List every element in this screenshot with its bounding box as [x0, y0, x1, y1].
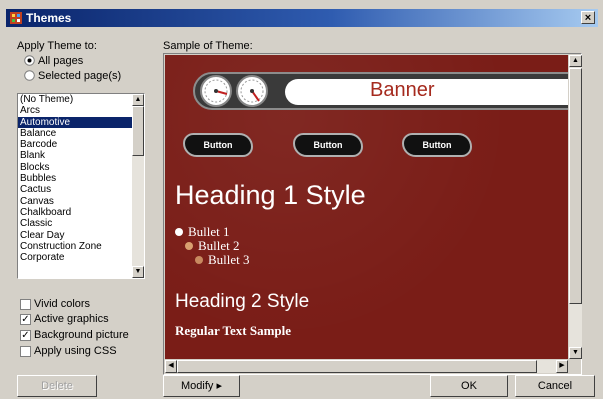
theme-list-item[interactable]: (No Theme): [18, 94, 144, 105]
bullet-3-text: Bullet 3: [208, 252, 250, 267]
theme-preview-frame: Banner Button Button Button Heading 1 St…: [163, 53, 582, 375]
sample-bullet-2: Bullet 2: [185, 239, 240, 253]
scroll-down-icon[interactable]: ▼: [132, 266, 144, 278]
theme-list-item[interactable]: Blocks: [18, 162, 144, 173]
sample-bullet-1: Bullet 1: [175, 225, 230, 239]
apply-css-label[interactable]: Apply using CSS: [34, 345, 117, 357]
bullet-white-icon: [175, 228, 183, 236]
theme-list-item[interactable]: Corporate: [18, 252, 144, 263]
preview-hscroll-thumb[interactable]: [177, 360, 537, 373]
close-icon[interactable]: ×: [585, 12, 591, 24]
themes-app-icon: [10, 12, 22, 24]
scroll-right-icon[interactable]: ▶: [556, 360, 568, 373]
apply-css-checkbox[interactable]: [20, 346, 31, 357]
theme-list-item-selected[interactable]: Automotive: [18, 116, 144, 128]
scroll-left-icon[interactable]: ◀: [165, 360, 177, 373]
checkmark-icon: ✓: [21, 330, 30, 341]
bullet-tan-icon: [185, 242, 193, 250]
sample-regular-text: Regular Text Sample: [175, 323, 292, 338]
window-title: Themes: [26, 11, 72, 25]
speedometer-gauge-icon: [200, 75, 232, 107]
theme-list-item[interactable]: Chalkboard: [18, 207, 144, 218]
preview-vscroll-thumb[interactable]: [569, 68, 582, 304]
sample-bullet-3: Bullet 3: [195, 253, 250, 267]
radio-selected-pages[interactable]: [24, 70, 35, 81]
theme-list-item[interactable]: Construction Zone: [18, 241, 144, 252]
theme-list-item[interactable]: Blank: [18, 150, 144, 161]
active-graphics-checkbox[interactable]: ✓: [20, 314, 31, 325]
modify-button[interactable]: Modify ▸: [163, 375, 240, 397]
sample-button: Button: [183, 133, 253, 157]
delete-button[interactable]: Delete: [17, 375, 97, 397]
background-picture-checkbox[interactable]: ✓: [20, 330, 31, 341]
sample-heading-2: Heading 2 Style: [175, 291, 310, 312]
sample-button: Button: [402, 133, 472, 157]
cancel-button[interactable]: Cancel: [515, 375, 595, 397]
vivid-colors-label[interactable]: Vivid colors: [34, 298, 90, 310]
scroll-up-icon[interactable]: ▲: [132, 94, 144, 106]
theme-list-scrollbar[interactable]: ▲ ▼: [132, 94, 144, 278]
checkmark-icon: ✓: [21, 314, 30, 325]
theme-preview: Banner Button Button Button Heading 1 St…: [165, 55, 568, 359]
bullet-small-icon: [195, 256, 203, 264]
scroll-down-icon[interactable]: ▼: [569, 347, 582, 359]
preview-vertical-scrollbar[interactable]: ▲ ▼: [569, 55, 582, 359]
theme-list-item[interactable]: Balance: [18, 128, 144, 139]
bullet-2-text: Bullet 2: [198, 238, 240, 253]
theme-list-scroll-thumb[interactable]: [132, 106, 144, 156]
theme-list-item[interactable]: Canvas: [18, 196, 144, 207]
scroll-up-icon[interactable]: ▲: [569, 55, 582, 67]
sample-heading-1: Heading 1 Style: [175, 180, 366, 210]
sample-button: Button: [293, 133, 363, 157]
theme-list-item[interactable]: Clear Day: [18, 230, 144, 241]
bullet-1-text: Bullet 1: [188, 224, 230, 239]
apply-theme-label: Apply Theme to:: [17, 40, 97, 52]
theme-list-item[interactable]: Classic: [18, 218, 144, 229]
radio-selected-pages-label[interactable]: Selected page(s): [38, 70, 121, 82]
close-button[interactable]: ×: [581, 11, 595, 24]
active-graphics-label[interactable]: Active graphics: [34, 313, 109, 325]
radio-all-pages[interactable]: [24, 55, 35, 66]
ok-button[interactable]: OK: [430, 375, 508, 397]
vivid-colors-checkbox[interactable]: [20, 299, 31, 310]
theme-list-item[interactable]: Bubbles: [18, 173, 144, 184]
banner-text: Banner: [370, 79, 435, 101]
theme-list-item[interactable]: Barcode: [18, 139, 144, 150]
radio-all-pages-label[interactable]: All pages: [38, 55, 83, 67]
theme-list-item[interactable]: Arcs: [18, 105, 144, 116]
theme-list-item[interactable]: Cactus: [18, 184, 144, 195]
title-bar: Themes ×: [6, 9, 598, 27]
theme-listbox[interactable]: (No Theme) Arcs Automotive Balance Barco…: [17, 93, 145, 279]
tachometer-gauge-icon: [236, 75, 268, 107]
preview-horizontal-scrollbar[interactable]: ◀ ▶: [165, 360, 568, 373]
sample-of-theme-label: Sample of Theme:: [163, 40, 253, 52]
background-picture-label[interactable]: Background picture: [34, 329, 129, 341]
